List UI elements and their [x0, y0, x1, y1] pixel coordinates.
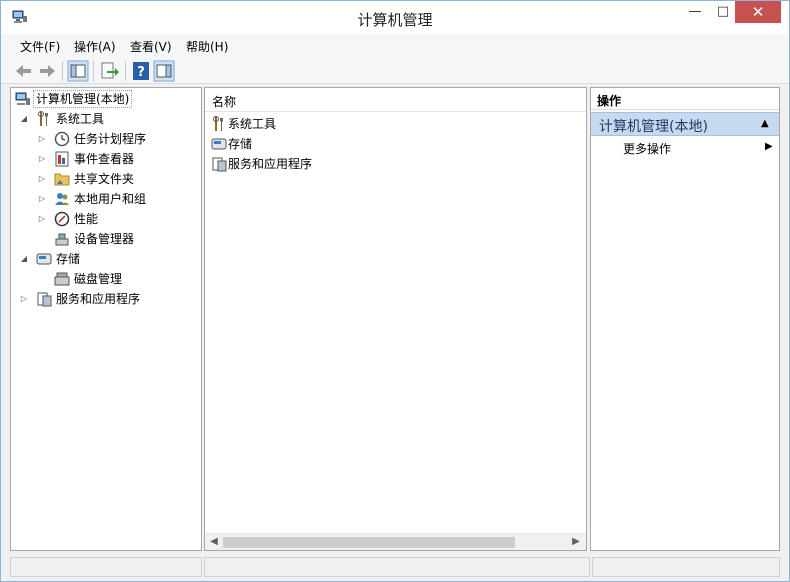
menu-view[interactable]: 查看(V) — [130, 38, 172, 55]
more-actions-item[interactable]: 更多操作 — [623, 140, 671, 157]
disk-icon — [54, 272, 70, 286]
scrollbar-thumb[interactable] — [223, 537, 515, 548]
collapsed-arrow-icon[interactable]: ▷ — [37, 169, 47, 189]
toolbar: ? — [1, 58, 789, 84]
storage-icon — [36, 253, 52, 265]
collapse-up-icon[interactable]: ▲ — [761, 118, 769, 129]
submenu-arrow-icon[interactable]: ▶ — [765, 141, 773, 152]
column-header-label: 名称 — [212, 95, 237, 109]
tree-label-root: 计算机管理(本地) — [33, 90, 133, 108]
status-bar — [1, 553, 789, 581]
services-icon — [37, 292, 52, 307]
tools-icon — [38, 111, 48, 126]
status-cell — [10, 557, 202, 577]
expanded-arrow-icon[interactable]: ◢ — [19, 249, 29, 269]
tree-label-shared-folders: 共享文件夹 — [74, 172, 135, 186]
shared-folder-icon — [54, 173, 70, 186]
svg-text:?: ? — [137, 65, 145, 80]
status-cell — [592, 557, 780, 577]
computer-management-window: 计算机管理 — □ ✕ 文件(F) 操作(A) 查看(V) 帮助(H) ? 计算… — [0, 0, 790, 582]
help-icon[interactable]: ? — [130, 60, 152, 82]
tree-label-task-scheduler: 任务计划程序 — [74, 132, 147, 146]
computer-management-icon — [15, 92, 30, 105]
menu-bar: 文件(F) 操作(A) 查看(V) 帮助(H) — [1, 34, 789, 58]
export-list-icon[interactable] — [98, 60, 120, 82]
actions-title: 操作 — [597, 94, 622, 108]
content-list[interactable]: 名称 系统工具 存储 服务和应用程序 ◀ ▶ — [204, 87, 587, 551]
services-icon — [212, 157, 227, 172]
toolbar-separator — [62, 61, 63, 81]
collapsed-arrow-icon[interactable]: ▷ — [37, 189, 47, 209]
toolbar-separator — [93, 61, 94, 81]
forward-arrow-icon[interactable] — [36, 60, 58, 82]
actions-section-label: 计算机管理(本地) — [599, 119, 708, 135]
tree-label-disk-management: 磁盘管理 — [74, 272, 123, 286]
clock-icon — [54, 131, 70, 147]
maximize-button[interactable]: □ — [709, 1, 737, 23]
tree-label-local-users: 本地用户和组 — [74, 192, 147, 206]
tree-label-event-viewer: 事件查看器 — [74, 152, 135, 166]
back-arrow-icon[interactable] — [13, 60, 35, 82]
list-item-label: 服务和应用程序 — [228, 157, 313, 171]
tree-label-services-apps: 服务和应用程序 — [56, 292, 141, 306]
menu-file[interactable]: 文件(F) — [20, 38, 60, 55]
collapsed-arrow-icon[interactable]: ▷ — [19, 289, 29, 309]
window-title: 计算机管理 — [357, 11, 433, 29]
tree-label-storage: 存储 — [56, 252, 81, 266]
tree-label-device-manager: 设备管理器 — [74, 232, 135, 246]
tools-icon — [213, 116, 223, 131]
console-tree[interactable]: 计算机管理(本地) ◢ 系统工具 ▷ 任务计划程序 ▷ 事件查看器 ▷ 共享文件… — [10, 87, 202, 551]
tree-label-performance: 性能 — [74, 212, 99, 226]
column-header-name[interactable]: 名称 — [205, 88, 586, 112]
menu-help[interactable]: 帮助(H) — [186, 38, 228, 55]
tree-label-system-tools: 系统工具 — [56, 112, 105, 126]
actions-header: 操作 — [591, 88, 779, 110]
action-pane-icon[interactable] — [153, 60, 175, 82]
collapsed-arrow-icon[interactable]: ▷ — [37, 129, 47, 149]
list-item-label: 系统工具 — [228, 117, 277, 131]
collapsed-arrow-icon[interactable]: ▷ — [37, 209, 47, 229]
expanded-arrow-icon[interactable]: ◢ — [19, 109, 29, 129]
status-cell — [204, 557, 590, 577]
list-item-label: 存储 — [228, 137, 253, 151]
title-bar[interactable]: 计算机管理 — □ ✕ — [1, 1, 789, 34]
menu-action[interactable]: 操作(A) — [74, 38, 116, 55]
device-manager-icon — [55, 233, 69, 246]
event-viewer-icon — [55, 151, 69, 167]
console-tree-icon[interactable] — [67, 60, 89, 82]
performance-icon — [54, 211, 70, 227]
minimize-button[interactable]: — — [681, 1, 709, 23]
users-icon — [55, 193, 69, 205]
close-button[interactable]: ✕ — [735, 1, 781, 23]
storage-icon — [211, 138, 227, 150]
collapsed-arrow-icon[interactable]: ▷ — [37, 149, 47, 169]
actions-pane: 操作 计算机管理(本地) ▲ 更多操作 ▶ — [590, 87, 780, 551]
toolbar-separator — [125, 61, 126, 81]
horizontal-scrollbar[interactable]: ◀ ▶ — [205, 533, 586, 550]
scroll-left-icon[interactable]: ◀ — [206, 535, 222, 549]
actions-section-computer-management[interactable]: 计算机管理(本地) ▲ — [591, 112, 779, 136]
scroll-right-icon[interactable]: ▶ — [568, 535, 584, 549]
